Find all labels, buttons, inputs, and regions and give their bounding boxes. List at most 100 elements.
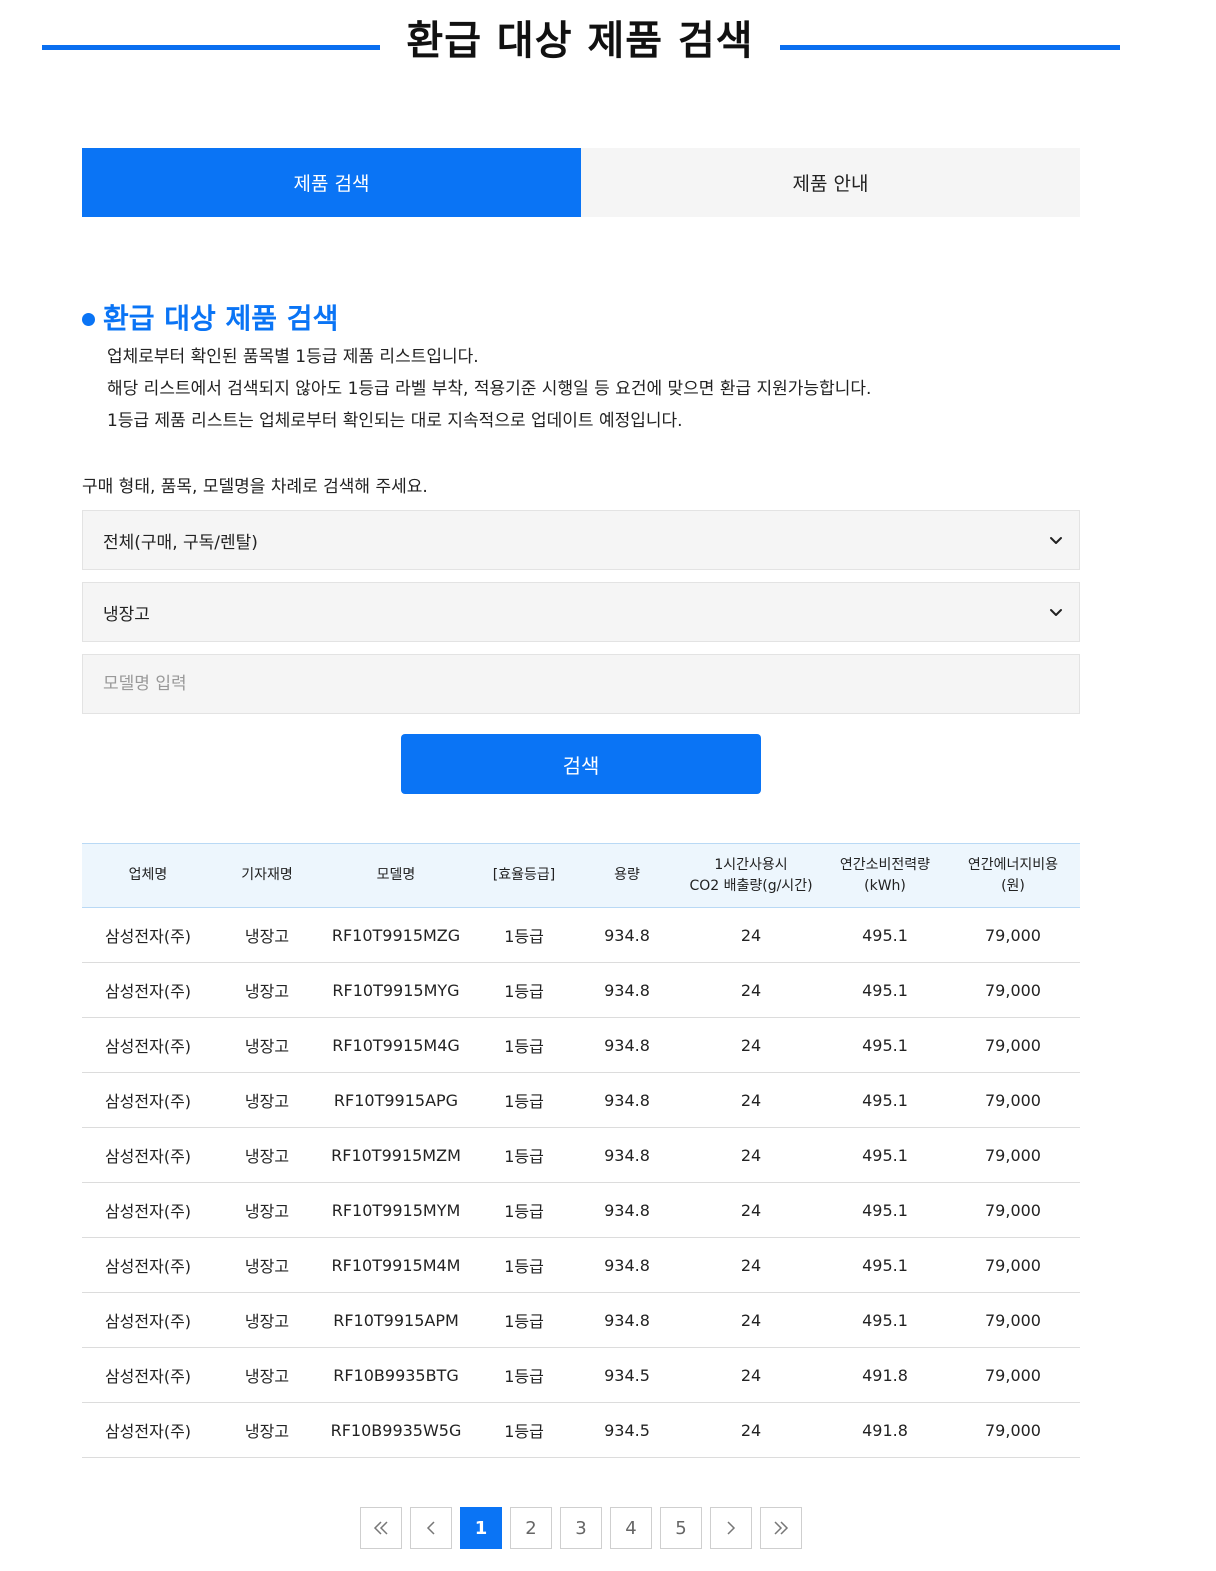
desc-line: 업체로부터 확인된 품목별 1등급 제품 리스트입니다.: [107, 347, 479, 367]
prev-page-button[interactable]: [410, 1507, 452, 1549]
bullet-icon: [82, 312, 95, 326]
page-button[interactable]: 4: [610, 1507, 652, 1549]
cell-co2: 24: [740, 1200, 762, 1220]
cell-grade: 1등급: [504, 982, 544, 1001]
cell-type: 냉장고: [244, 1312, 290, 1331]
cell-grade: 1등급: [504, 1092, 544, 1111]
page-button[interactable]: 3: [560, 1507, 602, 1549]
page-button[interactable]: 1: [460, 1507, 502, 1549]
cell-grade: 1등급: [504, 1202, 544, 1221]
cell-grade: 1등급: [504, 1037, 544, 1056]
cell-cost: 79,000: [985, 1090, 1041, 1110]
purchase-type-select[interactable]: 전체(구매, 구독/렌탈): [82, 510, 1080, 570]
category-value: 냉장고: [103, 604, 150, 625]
table-row: 삼성전자(주) 냉장고 RF10T9915MZM 1등급 934.8 24 495.1 79,…: [82, 1128, 1080, 1183]
page-button[interactable]: 5: [660, 1507, 702, 1549]
cell-type: 냉장고: [244, 1257, 290, 1276]
table-row: 삼성전자(주) 냉장고 RF10T9915APG 1등급 934.8 24 495.1 79,…: [82, 1073, 1080, 1128]
cell-cost: 79,000: [985, 1035, 1041, 1055]
cell-cost: 79,000: [985, 1310, 1041, 1330]
cell-maker: 삼성전자(주): [104, 982, 192, 1001]
table-row: 삼성전자(주) 냉장고 RF10T9915MZG 1등급 934.8 24 495.1 79,…: [82, 908, 1080, 963]
cell-capacity: 934.8: [604, 1090, 650, 1110]
col-grade: [효율등급]: [492, 867, 556, 883]
cell-capacity: 934.8: [604, 1255, 650, 1275]
col-kwh-line1: 연간소비전력량: [839, 856, 931, 873]
cell-model: RF10T9915APM: [333, 1310, 459, 1330]
cell-kwh: 495.1: [862, 925, 908, 945]
col-co2-line2: CO2 배출량(g/시간): [689, 877, 813, 894]
table-row: 삼성전자(주) 냉장고 RF10T9915M4M 1등급 934.8 24 495.1 79,…: [82, 1238, 1080, 1293]
desc-line: 해당 리스트에서 검색되지 않아도 1등급 라벨 부착, 적용기준 시행일 등 …: [107, 379, 872, 399]
cell-co2: 24: [740, 1310, 762, 1330]
cell-cost: 79,000: [985, 925, 1041, 945]
col-cost-line2: (원): [1001, 877, 1025, 894]
cell-cost: 79,000: [985, 1200, 1041, 1220]
tab-product-info[interactable]: 제품 안내: [581, 148, 1080, 217]
cell-maker: 삼성전자(주): [104, 1422, 192, 1441]
cell-co2: 24: [740, 1090, 762, 1110]
search-button[interactable]: 검색: [401, 734, 761, 794]
desc-line: 1등급 제품 리스트는 업체로부터 확인되는 대로 지속적으로 업데이트 예정입…: [107, 411, 683, 431]
model-name-input[interactable]: [103, 674, 1059, 694]
cell-cost: 79,000: [985, 1365, 1041, 1385]
category-select[interactable]: 냉장고: [82, 582, 1080, 642]
double-chevron-right-icon: [774, 1521, 789, 1535]
cell-kwh: 495.1: [862, 1200, 908, 1220]
tab-product-search[interactable]: 제품 검색: [82, 148, 581, 217]
table-row: 삼성전자(주) 냉장고 RF10T9915APM 1등급 934.8 24 495.1 79,…: [82, 1293, 1080, 1348]
cell-grade: 1등급: [504, 1422, 544, 1441]
cell-grade: 1등급: [504, 1257, 544, 1276]
double-chevron-left-icon: [373, 1521, 388, 1535]
page-header: 환급 대상 제품 검색: [42, 14, 1120, 74]
cell-type: 냉장고: [244, 1147, 290, 1166]
cell-cost: 79,000: [985, 1255, 1041, 1275]
cell-cost: 79,000: [985, 1420, 1041, 1440]
cell-type: 냉장고: [244, 1367, 290, 1386]
cell-model: RF10T9915MZM: [331, 1145, 461, 1165]
table-row: 삼성전자(주) 냉장고 RF10T9915MYM 1등급 934.8 24 495.1 79,…: [82, 1183, 1080, 1238]
cell-kwh: 495.1: [862, 1090, 908, 1110]
cell-maker: 삼성전자(주): [104, 1147, 192, 1166]
col-co2-line1: 1시간사용시: [714, 856, 788, 873]
results-table: 업체명 기자재명 모델명 [효율등급] 용량 1시간사용시 CO2 배출량(g/…: [82, 843, 1080, 1458]
cell-grade: 1등급: [504, 1312, 544, 1331]
cell-model: RF10T9915MYG: [332, 980, 460, 1000]
cell-cost: 79,000: [985, 1145, 1041, 1165]
cell-kwh: 495.1: [862, 1255, 908, 1275]
table-body: 삼성전자(주) 냉장고 RF10T9915MZG 1등급 934.8 24 495.1 79,…: [82, 908, 1080, 1458]
page-button[interactable]: 2: [510, 1507, 552, 1549]
last-page-button[interactable]: [760, 1507, 802, 1549]
table-row: 삼성전자(주) 냉장고 RF10B9935BTG 1등급 934.5 24 491.8 79,…: [82, 1348, 1080, 1403]
cell-model: RF10T9915APG: [333, 1090, 459, 1110]
cell-co2: 24: [740, 1035, 762, 1055]
cell-maker: 삼성전자(주): [104, 1312, 192, 1331]
cell-kwh: 491.8: [862, 1420, 908, 1440]
cell-model: RF10T9915MYM: [331, 1200, 461, 1220]
cell-co2: 24: [740, 925, 762, 945]
cell-capacity: 934.5: [604, 1365, 650, 1385]
col-capacity: 용량: [614, 867, 640, 883]
cell-kwh: 491.8: [862, 1365, 908, 1385]
cell-co2: 24: [740, 980, 762, 1000]
cell-kwh: 495.1: [862, 1310, 908, 1330]
first-page-button[interactable]: [360, 1507, 402, 1549]
cell-maker: 삼성전자(주): [104, 1092, 192, 1111]
cell-maker: 삼성전자(주): [104, 1202, 192, 1221]
col-kwh-line2: (kWh): [864, 877, 906, 894]
cell-maker: 삼성전자(주): [104, 1257, 192, 1276]
cell-type: 냉장고: [244, 1092, 290, 1111]
cell-type: 냉장고: [244, 982, 290, 1001]
cell-type: 냉장고: [244, 927, 290, 946]
cell-co2: 24: [740, 1365, 762, 1385]
cell-kwh: 495.1: [862, 1145, 908, 1165]
cell-maker: 삼성전자(주): [104, 1037, 192, 1056]
cell-co2: 24: [740, 1420, 762, 1440]
next-page-button[interactable]: [710, 1507, 752, 1549]
cell-type: 냉장고: [244, 1422, 290, 1441]
cell-type: 냉장고: [244, 1202, 290, 1221]
cell-capacity: 934.8: [604, 1145, 650, 1165]
cell-grade: 1등급: [504, 927, 544, 946]
chevron-down-icon: [1050, 609, 1062, 616]
cell-model: RF10B9935W5G: [330, 1420, 462, 1440]
